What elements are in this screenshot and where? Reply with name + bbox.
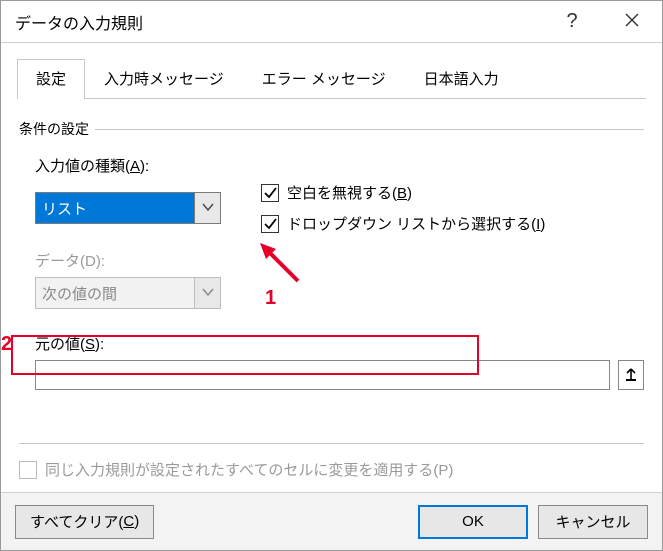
- cancel-button[interactable]: キャンセル: [538, 505, 648, 539]
- data-label: データ(D):: [35, 250, 644, 271]
- tab-input-message[interactable]: 入力時メッセージ: [85, 59, 243, 99]
- ignore-blank-checkbox[interactable]: 空白を無視する(B): [261, 182, 545, 203]
- collapse-dialog-icon: [624, 366, 638, 385]
- data-dropdown-button: [194, 278, 220, 308]
- ok-button[interactable]: OK: [418, 505, 528, 539]
- chevron-down-icon: [202, 285, 214, 301]
- help-button[interactable]: ?: [542, 1, 602, 42]
- allow-dropdown-button[interactable]: [194, 193, 220, 223]
- chevron-down-icon: [202, 200, 214, 216]
- titlebar: データの入力規則 ?: [1, 1, 662, 43]
- in-cell-dropdown-checkbox[interactable]: ドロップダウン リストから選択する(I): [261, 213, 545, 234]
- allow-value: リスト: [36, 193, 194, 223]
- source-row: [35, 360, 644, 390]
- ignore-blank-label: 空白を無視する(B): [287, 182, 412, 203]
- separator: [19, 443, 644, 444]
- apply-all-checkbox: [19, 461, 37, 479]
- tab-settings[interactable]: 設定: [17, 59, 85, 99]
- dialog-title: データの入力規則: [1, 10, 143, 34]
- apply-all-label: 同じ入力規則が設定されたすべてのセルに変更を適用する(P): [45, 459, 453, 480]
- clear-all-button[interactable]: すべてクリア(C): [15, 505, 154, 539]
- annotation-number-2: 2: [1, 333, 12, 356]
- tab-ime[interactable]: 日本語入力: [405, 59, 518, 99]
- tabstrip: 設定 入力時メッセージ エラー メッセージ 日本語入力: [1, 43, 662, 99]
- data-validation-dialog: データの入力規則 ? 設定 入力時メッセージ エラー メッセージ 日本語入力 条…: [0, 0, 663, 551]
- group-divider: [95, 129, 644, 130]
- checkbox-box: [261, 184, 279, 202]
- allow-combobox[interactable]: リスト: [35, 192, 221, 224]
- checkbox-box: [261, 215, 279, 233]
- group-label: 条件の設定: [19, 119, 89, 139]
- options-column: 空白を無視する(B) ドロップダウン リストから選択する(I): [261, 182, 545, 234]
- content-area: 条件の設定 入力値の種類(A): リスト: [1, 99, 662, 492]
- source-input[interactable]: [35, 360, 610, 390]
- apply-all-row: 同じ入力規則が設定されたすべてのセルに変更を適用する(P): [19, 459, 644, 480]
- titlebar-buttons: ?: [542, 1, 662, 42]
- annotation-number-1: 1: [265, 287, 276, 310]
- in-cell-dropdown-label: ドロップダウン リストから選択する(I): [287, 213, 545, 234]
- close-button[interactable]: [602, 1, 662, 42]
- group-header: 条件の設定: [19, 119, 644, 139]
- data-combobox: 次の値の間: [35, 277, 221, 309]
- data-value: 次の値の間: [36, 278, 194, 308]
- close-icon: [625, 11, 639, 32]
- dialog-footer: すべてクリア(C) OK キャンセル: [1, 492, 662, 550]
- source-label: 元の値(S):: [35, 333, 644, 354]
- allow-label: 入力値の種類(A):: [35, 155, 644, 176]
- tab-error-message[interactable]: エラー メッセージ: [243, 59, 405, 99]
- form-area: 入力値の種類(A): リスト: [19, 155, 644, 390]
- range-picker-button[interactable]: [618, 360, 644, 390]
